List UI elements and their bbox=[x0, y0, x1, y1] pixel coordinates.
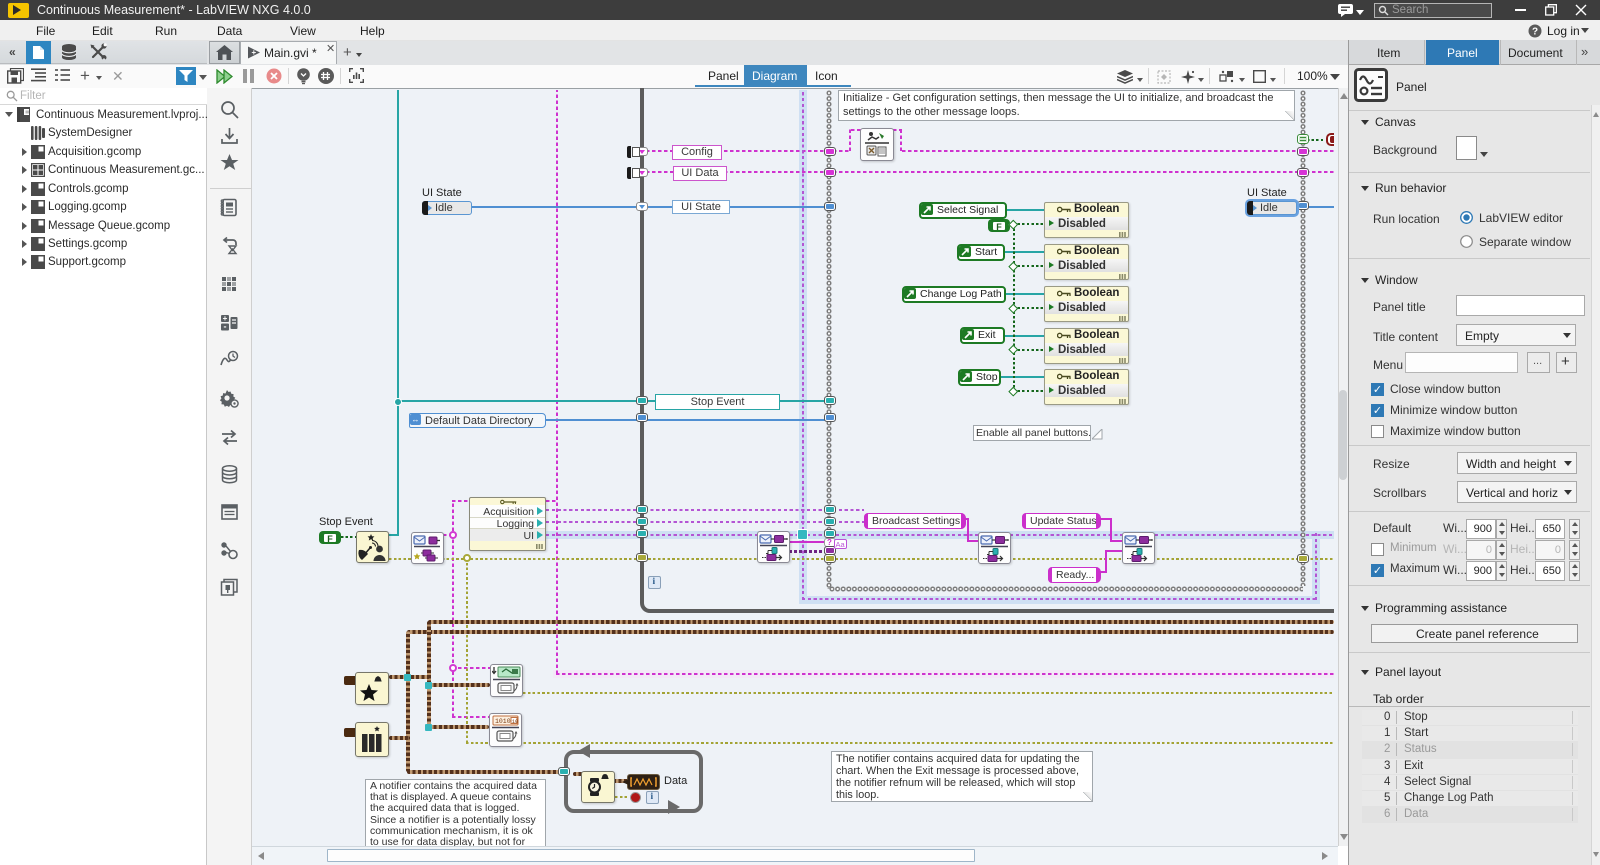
svg-text:-: - bbox=[224, 322, 227, 332]
svg-text:?: ? bbox=[1532, 27, 1538, 38]
svg-text:10: 10 bbox=[512, 718, 519, 725]
svg-text:+: + bbox=[252, 48, 257, 57]
